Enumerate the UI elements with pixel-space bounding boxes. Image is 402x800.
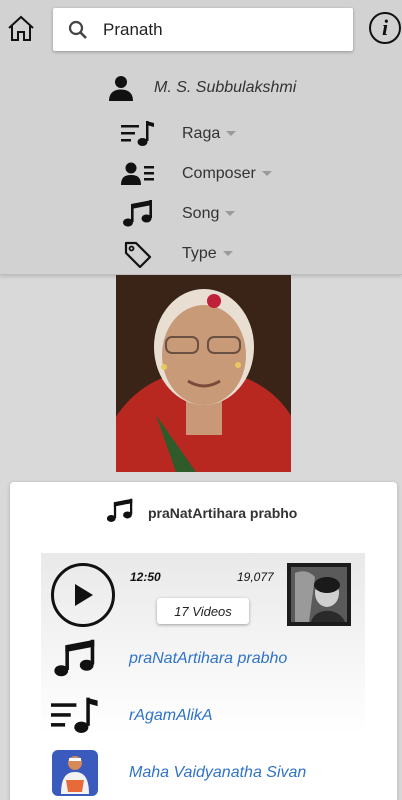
composer-filter[interactable]: Composer: [120, 157, 272, 191]
raga-row[interactable]: rAgamAlikA: [51, 692, 213, 740]
view-count: 19,077: [237, 570, 274, 584]
tag-icon: [120, 240, 156, 268]
artist-photo: [116, 275, 291, 472]
play-icon: [75, 584, 93, 606]
header-panel: i M. S. Subbulakshmi Raga: [0, 0, 402, 275]
composer-filter-label: Composer: [182, 165, 256, 182]
search-icon: [53, 20, 103, 40]
artist-row[interactable]: M. S. Subbulakshmi: [108, 74, 296, 102]
duration: 12:50: [130, 570, 161, 584]
composer-icon: [120, 160, 156, 188]
song-filter[interactable]: Song: [120, 197, 236, 231]
type-filter-label: Type: [182, 245, 217, 262]
info-button[interactable]: i: [369, 12, 401, 44]
caret-down-icon: [225, 211, 236, 217]
raga-filter-label: Raga: [182, 125, 221, 142]
composer-link[interactable]: Maha Vaidyanatha Sivan: [129, 764, 306, 782]
song-title-row: praNatArtihara prabho: [106, 498, 297, 528]
artist-name: M. S. Subbulakshmi: [154, 79, 297, 96]
home-button[interactable]: [5, 11, 37, 45]
music-note-icon: [51, 635, 99, 683]
song-title: praNatArtihara prabho: [148, 505, 298, 521]
raga-icon: [51, 692, 99, 740]
caret-down-icon: [261, 171, 272, 177]
music-note-icon: [106, 497, 134, 530]
composer-avatar: [51, 749, 99, 797]
video-thumbnail[interactable]: [287, 563, 351, 626]
song-card: praNatArtihara prabho 12:50 19,077 17 Vi…: [10, 482, 397, 800]
composer-row[interactable]: Maha Vaidyanatha Sivan: [51, 749, 306, 797]
song-link[interactable]: praNatArtihara prabho: [129, 650, 287, 668]
song-row[interactable]: praNatArtihara prabho: [51, 635, 287, 683]
raga-icon: [120, 120, 156, 148]
search-bar: [53, 8, 353, 51]
search-input[interactable]: [103, 19, 333, 40]
play-button[interactable]: [51, 563, 115, 627]
music-note-icon: [120, 200, 156, 228]
caret-down-icon: [222, 251, 233, 257]
caret-down-icon: [226, 131, 237, 137]
info-icon: i: [381, 15, 389, 40]
person-icon: [108, 75, 134, 101]
song-details-panel: 12:50 19,077 17 Videos praNatArtihara pr…: [41, 553, 365, 800]
home-icon: [8, 15, 34, 41]
song-filter-label: Song: [182, 205, 220, 222]
raga-filter[interactable]: Raga: [120, 117, 237, 151]
raga-link[interactable]: rAgamAlikA: [129, 707, 213, 725]
type-filter[interactable]: Type: [120, 237, 233, 271]
videos-button[interactable]: 17 Videos: [157, 598, 249, 624]
